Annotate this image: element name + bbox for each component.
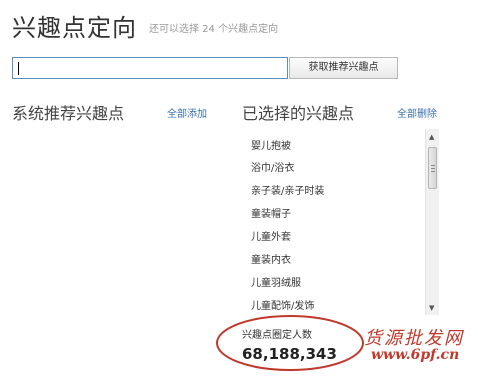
text-caret xyxy=(18,62,19,75)
selected-interest-list[interactable]: 婴儿抱被 浴巾/浴衣 亲子装/亲子时装 童装帽子 儿童外套 童装内衣 儿童羽绒服… xyxy=(237,126,441,316)
fetch-recommended-button[interactable]: 获取推荐兴趣点 xyxy=(289,57,398,79)
list-item[interactable]: 浴巾/浴衣 xyxy=(251,159,294,174)
list-item[interactable]: 儿童羽绒服 xyxy=(251,274,301,289)
recommended-section-title: 系统推荐兴趣点 xyxy=(12,104,125,123)
list-item[interactable]: 亲子装/亲子时装 xyxy=(251,182,324,197)
page-title: 兴趣点定向 xyxy=(12,14,137,42)
scroll-down-arrow-icon[interactable]: ▼ xyxy=(429,304,434,312)
selected-section-title: 已选择的兴趣点 xyxy=(242,104,355,123)
audience-count-value: 68,188,343 xyxy=(242,345,337,363)
grip-line xyxy=(431,168,435,169)
list-item[interactable]: 儿童外套 xyxy=(251,228,291,243)
list-scrollbar[interactable]: ▲ ▼ xyxy=(425,129,439,315)
grip-line xyxy=(431,165,435,166)
scroll-thumb[interactable] xyxy=(428,147,437,189)
remove-all-link[interactable]: 全部删除 xyxy=(397,105,437,120)
add-all-link[interactable]: 全部添加 xyxy=(167,105,207,120)
scroll-up-arrow-icon[interactable]: ▲ xyxy=(429,133,434,141)
list-item[interactable]: 儿童配饰/发饰 xyxy=(251,297,314,312)
list-item[interactable]: 童装帽子 xyxy=(251,205,291,220)
list-item[interactable]: 婴儿抱被 xyxy=(251,137,291,152)
watermark-url: www.6pf.cn xyxy=(371,347,460,363)
list-item[interactable]: 童装内衣 xyxy=(251,251,291,266)
grip-line xyxy=(431,171,435,172)
interest-search-input[interactable] xyxy=(12,57,288,79)
audience-count-label: 兴趣点圈定人数 xyxy=(242,330,312,341)
remaining-count-text: 还可以选择 24 个兴趣点定向 xyxy=(149,24,279,35)
